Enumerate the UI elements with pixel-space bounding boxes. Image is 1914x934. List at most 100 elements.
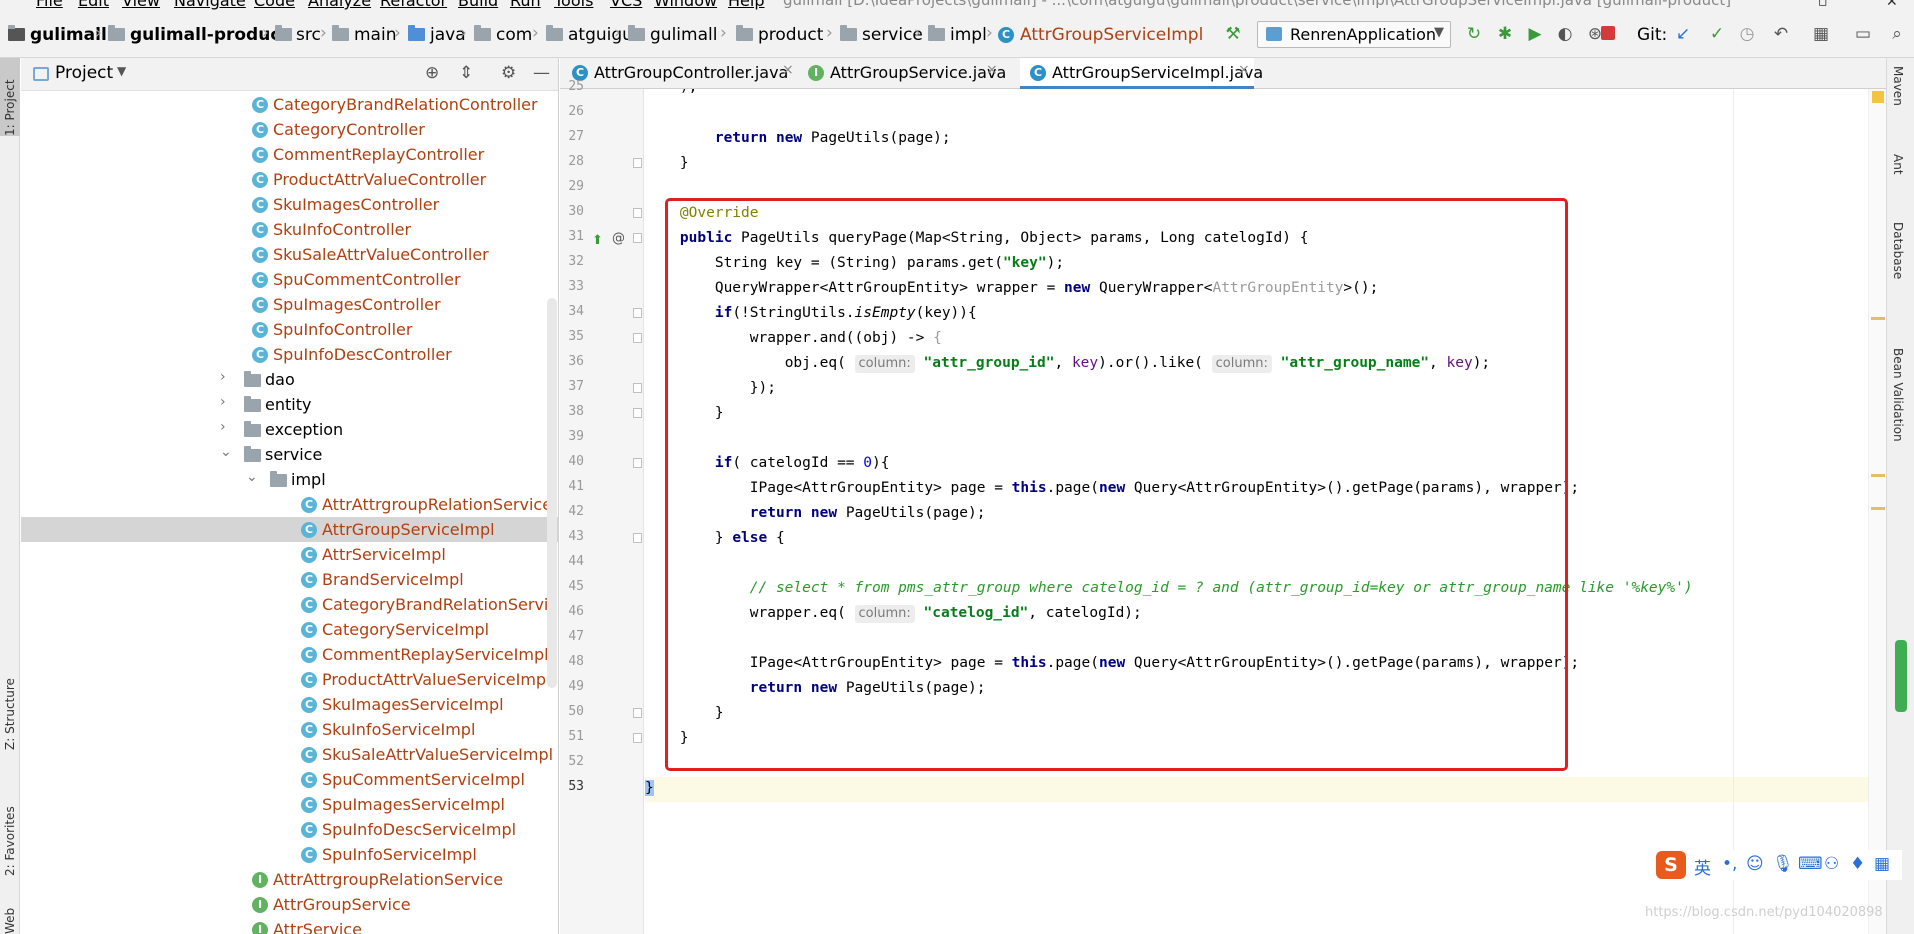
breadcrumb-main[interactable]: main [354,25,396,45]
tree-item[interactable]: › dao [21,367,558,392]
debug-icon[interactable]: ✱ [1494,23,1516,45]
close-icon[interactable]: × [986,62,998,78]
menu-navigate[interactable]: Navigate [174,0,246,10]
breadcrumb-atguigu[interactable]: atguigu [568,25,633,45]
menu-tools[interactable]: Tools [554,0,593,10]
tree-item[interactable]: C CategoryServiceImpl [21,617,558,642]
override-marker-icon[interactable]: ⬆ [592,233,603,248]
run-configuration-select[interactable]: RenrenApplication ▼ [1257,21,1451,48]
tree-item[interactable]: C SpuInfoServiceImpl [21,842,558,867]
gear-icon[interactable]: ⚙ [501,63,516,83]
user-icon[interactable]: ⚇ [1824,854,1839,874]
tree-item[interactable]: C SpuCommentServiceImpl [21,767,558,792]
tree-item[interactable]: C AttrAttrgroupRelationServiceIm [21,492,558,517]
search-everywhere-icon[interactable]: ⌕ [1886,23,1908,45]
tree-item[interactable]: C SpuImagesController [21,292,558,317]
fold-marker-icon[interactable] [633,158,642,168]
fold-marker-icon[interactable] [633,233,642,243]
fold-marker-icon[interactable] [633,408,642,418]
breadcrumb-src[interactable]: src [296,25,321,45]
tab-attr-group-service[interactable]: I AttrGroupService.java × [796,58,1006,89]
menu-help[interactable]: Help [728,0,764,10]
project-panel-title[interactable]: Project [55,63,113,83]
tree-item[interactable]: C SpuCommentController [21,267,558,292]
tree-item[interactable]: C AttrServiceImpl [21,542,558,567]
git-update-icon[interactable]: ↙ [1672,23,1694,45]
toolbox-icon[interactable]: ▦ [1874,854,1890,874]
close-window-icon[interactable]: ✕ [1886,0,1898,10]
tree-item[interactable]: ⌄ service [21,442,558,467]
inspection-status-icon[interactable] [1872,91,1884,103]
tree-item[interactable]: C SkuImagesServiceImpl [21,692,558,717]
collapsed-arrow-icon[interactable]: › [220,369,226,385]
editor-gutter[interactable]: 25 26 27 28 29 30 31 32 33 34 35 36 37 38 39 40 41 42 43 44… [560,79,644,934]
web-tool-tab[interactable]: Web [0,894,20,934]
fold-marker-icon[interactable] [633,733,642,743]
breadcrumb-product[interactable]: product [758,25,823,45]
fold-marker-icon[interactable] [633,208,642,218]
breadcrumb-class[interactable]: AttrGroupServiceImpl [1020,25,1203,45]
menu-view[interactable]: View [122,0,160,10]
tree-item[interactable]: C SkuInfoServiceImpl [21,717,558,742]
menu-build[interactable]: Build [458,0,498,10]
menu-vcs[interactable]: VCS [610,0,642,10]
close-icon[interactable]: × [1238,62,1250,78]
error-stripe[interactable] [1868,89,1886,934]
tree-item[interactable]: C AttrGroupServiceImpl [21,517,558,542]
ime-logo[interactable]: S [1656,851,1686,879]
collapse-all-icon[interactable]: ⇕ [459,63,473,83]
locate-icon[interactable]: ⊕ [425,63,439,83]
keyboard-icon[interactable]: ⌨ [1798,854,1823,874]
punctuation-icon[interactable]: •, [1722,854,1737,874]
ime-language-toggle[interactable]: 英 [1694,854,1711,879]
structure-tool-tab[interactable]: Z: Structure [0,658,20,750]
fold-marker-icon[interactable] [633,333,642,343]
project-structure-icon[interactable]: ▦ [1810,23,1832,45]
tree-item[interactable]: C BrandServiceImpl [21,567,558,592]
chevron-down-icon[interactable]: ▼ [117,64,126,78]
tree-item[interactable]: C SpuImagesServiceImpl [21,792,558,817]
tree-item[interactable]: C SkuImagesController [21,192,558,217]
build-hammer-icon[interactable]: ⚒ [1222,23,1244,45]
menu-code[interactable]: Code [254,0,295,10]
git-rollback-icon[interactable]: ↶ [1770,23,1792,45]
collapsed-arrow-icon[interactable]: › [220,419,226,435]
skin-icon[interactable]: ♦ [1850,854,1865,874]
tree-item[interactable]: C SpuInfoDescServiceImpl [21,817,558,842]
run-coverage-icon[interactable]: ▶ [1524,23,1546,45]
tree-item[interactable]: C CategoryController [21,117,558,142]
tree-item[interactable]: C ProductAttrValueServiceImpl [21,667,558,692]
expanded-arrow-icon[interactable]: ⌄ [246,469,258,485]
breadcrumb-impl[interactable]: impl [950,25,987,45]
bean-validation-tool-tab[interactable]: Bean Validation [1891,348,1905,442]
tree-item[interactable]: C SkuInfoController [21,217,558,242]
breadcrumb-com[interactable]: com [496,25,532,45]
menu-window[interactable]: Window [654,0,717,10]
tree-item[interactable]: › exception [21,417,558,442]
tree-scrollbar[interactable] [547,298,557,688]
close-icon[interactable]: × [782,62,794,78]
fold-marker-icon[interactable] [633,308,642,318]
tree-item[interactable]: › entity [21,392,558,417]
project-tool-tab[interactable]: 1: Project [0,58,20,136]
menu-edit[interactable]: Edit [78,0,109,10]
annotation-marker-icon[interactable]: @ [612,231,625,246]
tree-item[interactable]: C ProductAttrValueController [21,167,558,192]
breadcrumb-gulimall-pkg[interactable]: gulimall [650,25,717,45]
favorites-tool-tab[interactable]: 2: Favorites [0,778,20,876]
menu-run[interactable]: Run [510,0,541,10]
warning-marker[interactable] [1871,474,1885,477]
fold-marker-icon[interactable] [633,533,642,543]
expanded-arrow-icon[interactable]: ⌄ [220,444,232,460]
profile-icon[interactable]: ◐ [1554,23,1576,45]
hide-panel-icon[interactable]: — [533,63,550,83]
maximize-icon[interactable]: ▫ [1818,0,1828,10]
tree-item[interactable]: I AttrService [21,917,558,934]
tree-item[interactable]: C SpuInfoDescController [21,342,558,367]
tree-item[interactable]: C SpuInfoController [21,317,558,342]
menu-refactor[interactable]: Refactor [380,0,447,10]
fold-marker-icon[interactable] [633,458,642,468]
tab-attr-group-service-impl[interactable]: C AttrGroupServiceImpl.java × [1020,58,1263,89]
tab-attr-group-controller[interactable]: C AttrGroupController.java × [560,58,796,89]
warning-marker[interactable] [1871,317,1885,320]
